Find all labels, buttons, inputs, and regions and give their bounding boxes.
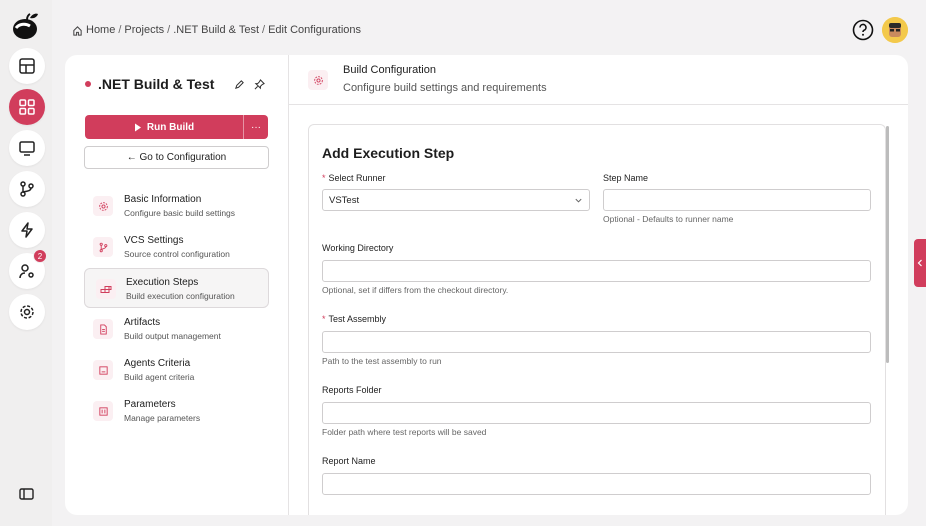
settings-nav-button[interactable] [9,294,45,330]
runner-label: * Select Runner [322,173,386,183]
gear-icon [308,70,328,90]
form-scrollbar[interactable] [886,126,889,363]
breadcrumb-home[interactable]: Home [86,24,115,36]
expand-panel-button[interactable] [914,239,926,287]
chevron-left-icon [917,259,922,267]
step-name-hint: Optional - Defaults to runner name [603,214,734,224]
breadcrumb-current: Edit Configurations [268,24,362,36]
dashboard-nav-button[interactable] [9,48,45,84]
monitor-nav-button[interactable] [9,130,45,166]
config-nav: Basic Information Configure basic build … [84,186,269,432]
step-name-label: Step Name [603,173,649,183]
breadcrumb-project[interactable]: .NET Build & Test [173,24,259,36]
sidebar-collapse-icon[interactable] [18,486,36,502]
breadcrumb: Home / Projects / .NET Build & Test / Ed… [72,24,361,36]
user-settings-icon [19,264,34,279]
breadcrumb-projects[interactable]: Projects [124,24,164,36]
params-icon [93,401,113,421]
config-sidebar: .NET Build & Test Run Build ··· ← Go to … [65,55,289,515]
file-icon [93,319,113,339]
users-nav-button[interactable]: 2 [9,249,47,289]
test-assembly-input[interactable] [322,331,871,353]
working-directory-hint: Optional, set if differs from the checko… [322,285,509,295]
section-title: Build Configuration [343,64,436,76]
nav-item-vcs-settings[interactable]: VCS Settings Source control configuratio… [84,227,269,267]
app-logo-icon[interactable] [10,10,42,42]
working-directory-input[interactable] [322,260,871,282]
vcs-nav-button[interactable] [9,171,45,207]
gear-icon [20,305,34,319]
lightning-icon [21,222,33,238]
help-icon[interactable] [852,19,874,41]
working-directory-label: Working Directory [322,243,394,253]
go-to-configuration-button[interactable]: ← Go to Configuration [84,146,269,169]
projects-nav-button[interactable] [9,89,45,125]
nav-item-parameters[interactable]: Parameters Manage parameters [84,391,269,431]
run-build-more-button[interactable]: ··· [243,115,268,139]
nav-item-execution-steps[interactable]: Execution Steps Build execution configur… [84,268,269,308]
section-subtitle: Configure build settings and requirement… [343,82,547,94]
main-card: .NET Build & Test Run Build ··· ← Go to … [65,55,908,515]
pin-icon[interactable] [254,77,265,95]
report-name-label: Report Name [322,456,376,466]
nav-item-basic-information[interactable]: Basic Information Configure basic build … [84,186,269,226]
monitor-icon [19,141,35,156]
run-build-main[interactable]: Run Build [85,115,243,139]
status-dot [85,81,91,87]
run-build-button[interactable]: Run Build ··· [85,115,268,139]
edit-icon[interactable] [234,77,245,95]
step-name-input[interactable] [603,189,871,211]
home-icon [73,25,82,36]
test-assembly-label: * Test Assembly [322,314,387,324]
git-branch-icon [20,181,34,197]
reports-folder-hint: Folder path where test reports will be s… [322,427,487,437]
builds-nav-button[interactable] [9,212,45,248]
project-title: .NET Build & Test [85,76,214,92]
steps-icon [96,279,116,299]
execution-step-form: Add Execution Step * Select Runner VSTest… [308,124,886,515]
notification-badge: 2 [33,249,47,263]
play-icon [134,123,141,131]
layout-icon [19,58,35,74]
report-name-input[interactable] [322,473,871,495]
test-assembly-hint: Path to the test assembly to run [322,356,442,366]
branch-icon [93,237,113,257]
nav-item-artifacts[interactable]: Artifacts Build output management [84,309,269,349]
top-bar: Home / Projects / .NET Build & Test / Ed… [52,0,926,56]
reports-folder-input[interactable] [322,402,871,424]
agent-icon [93,360,113,380]
nav-item-agents-criteria[interactable]: Agents Criteria Build agent criteria [84,350,269,390]
form-title: Add Execution Step [322,145,455,161]
gear-icon [93,196,113,216]
reports-folder-label: Reports Folder [322,385,382,395]
app-rail: 2 [0,0,52,526]
chevron-down-icon [575,198,582,203]
section-header: Build Configuration Configure build sett… [289,55,908,105]
runner-select[interactable]: VSTest [322,189,590,211]
grid-icon [19,99,35,115]
user-avatar[interactable] [882,17,908,43]
